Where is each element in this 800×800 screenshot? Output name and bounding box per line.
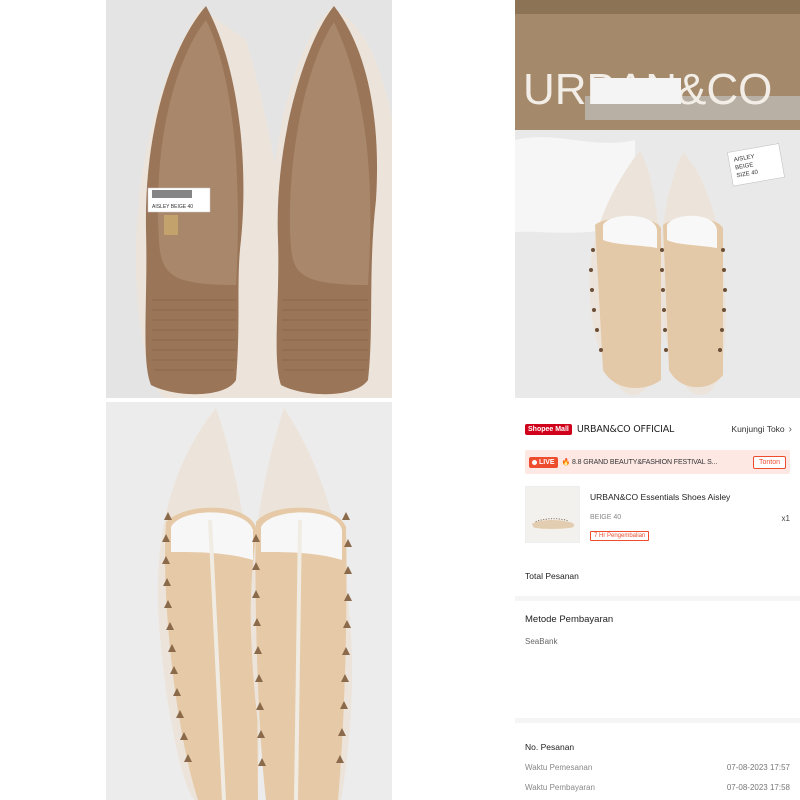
- live-dot-icon: [532, 459, 537, 465]
- visit-shop-label: Kunjungi Toko: [731, 424, 785, 434]
- shoe-soles-photo: AISLEY BEIGE 40: [106, 0, 392, 398]
- live-badge-label: LIVE: [539, 458, 555, 466]
- payment-method-title: Metode Pembayaran: [525, 614, 614, 625]
- visit-shop-link[interactable]: Kunjungi Toko ›: [731, 424, 792, 435]
- order-time-row: Waktu Pemesanan 07-08-2023 17:57: [525, 763, 790, 775]
- chevron-right-icon: ›: [788, 423, 792, 435]
- payment-time-value: 07-08-2023 17:58: [726, 783, 790, 792]
- payment-time-row: Waktu Pembayaran 07-08-2023 17:58: [525, 783, 790, 795]
- product-quantity: x1: [781, 514, 790, 523]
- shop-header: Shopee Mall URBAN&CO OFFICIAL Kunjungi T…: [525, 420, 792, 438]
- payment-method-value: SeaBank: [525, 637, 558, 646]
- order-time-label: Waktu Pemesanan: [525, 763, 593, 772]
- shoe-box-photo: URBAN&CO AISLEY BEIGE SIZE 40: [515, 0, 800, 398]
- shopee-mall-badge: Shopee Mall: [525, 423, 572, 435]
- live-banner[interactable]: LIVE 🔥 8.8 GRAND BEAUTY&FASHION FESTIVAL…: [525, 450, 790, 474]
- order-detail-panel: Shopee Mall URBAN&CO OFFICIAL Kunjungi T…: [515, 406, 800, 800]
- sole-sticker-text: AISLEY BEIGE 40: [152, 204, 193, 210]
- product-variant: BEIGE 40: [590, 514, 622, 521]
- order-total-label: Total Pesanan: [525, 571, 579, 581]
- section-divider: [515, 718, 800, 723]
- product-thumbnail: [525, 486, 580, 543]
- live-promo-text: 🔥 8.8 GRAND BEAUTY&FASHION FESTIVAL S...: [561, 459, 718, 466]
- watch-live-button[interactable]: Tonton: [752, 455, 786, 469]
- shoe-top-view-photo: [106, 402, 392, 800]
- section-divider: [515, 596, 800, 601]
- product-item[interactable]: URBAN&CO Essentials Shoes Aisley BEIGE 4…: [525, 486, 792, 548]
- live-badge: LIVE: [529, 456, 558, 468]
- return-policy-badge: 7 Hr Pengembalian: [590, 531, 650, 541]
- product-name: URBAN&CO Essentials Shoes Aisley: [590, 492, 731, 502]
- order-time-value: 07-08-2023 17:57: [726, 763, 790, 772]
- shop-name: URBAN&CO OFFICIAL: [576, 423, 675, 435]
- order-number-label: No. Pesanan: [525, 742, 575, 752]
- payment-time-label: Waktu Pembayaran: [525, 783, 595, 792]
